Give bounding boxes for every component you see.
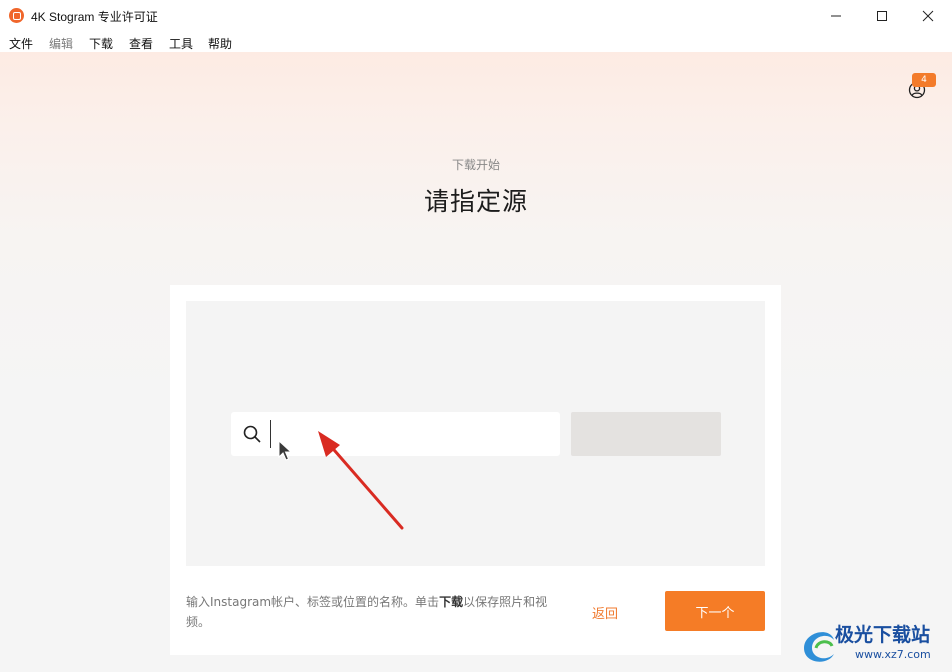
watermark-url: www.xz7.com [855, 648, 931, 661]
hint-text-bold: 下载 [439, 595, 464, 609]
next-button[interactable]: 下一个 [665, 591, 765, 631]
menu-tools[interactable]: 工具 [169, 35, 193, 52]
page-subtitle: 下载开始 [451, 158, 500, 172]
search-icon [243, 425, 261, 443]
close-icon [922, 10, 934, 22]
menu-view[interactable]: 查看 [129, 35, 153, 52]
back-link[interactable]: 返回 [592, 603, 618, 622]
page-title: 请指定源 [423, 187, 528, 216]
hint-text-before: 输入Instagram帐户、标签或位置的名称。单击 [186, 595, 440, 609]
menu-file[interactable]: 文件 [9, 35, 33, 52]
watermark-name: 极光下载站 [835, 624, 931, 646]
close-button[interactable] [905, 0, 951, 32]
mouse-pointer-icon [278, 440, 293, 461]
title-bar: 4K Stogram 专业许可证 [0, 0, 952, 32]
app-logo-icon [9, 8, 24, 23]
download-button[interactable] [571, 412, 721, 456]
hint-text: 输入Instagram帐户、标签或位置的名称。单击下载以保存照片和视频。 [186, 592, 556, 632]
menu-help[interactable]: 帮助 [208, 35, 232, 52]
maximize-button[interactable] [859, 0, 905, 32]
minimize-icon [831, 15, 841, 17]
annotation-arrow-icon [318, 431, 404, 530]
window-title: 4K Stogram 专业许可证 [31, 10, 158, 24]
menu-download[interactable]: 下载 [89, 35, 113, 52]
menu-edit[interactable]: 编辑 [49, 35, 73, 52]
menu-bar: 文件 编辑 下载 查看 工具 帮助 [0, 32, 952, 52]
notification-badge: 4 [912, 73, 936, 87]
minimize-button[interactable] [813, 0, 859, 32]
maximize-icon [877, 11, 887, 21]
